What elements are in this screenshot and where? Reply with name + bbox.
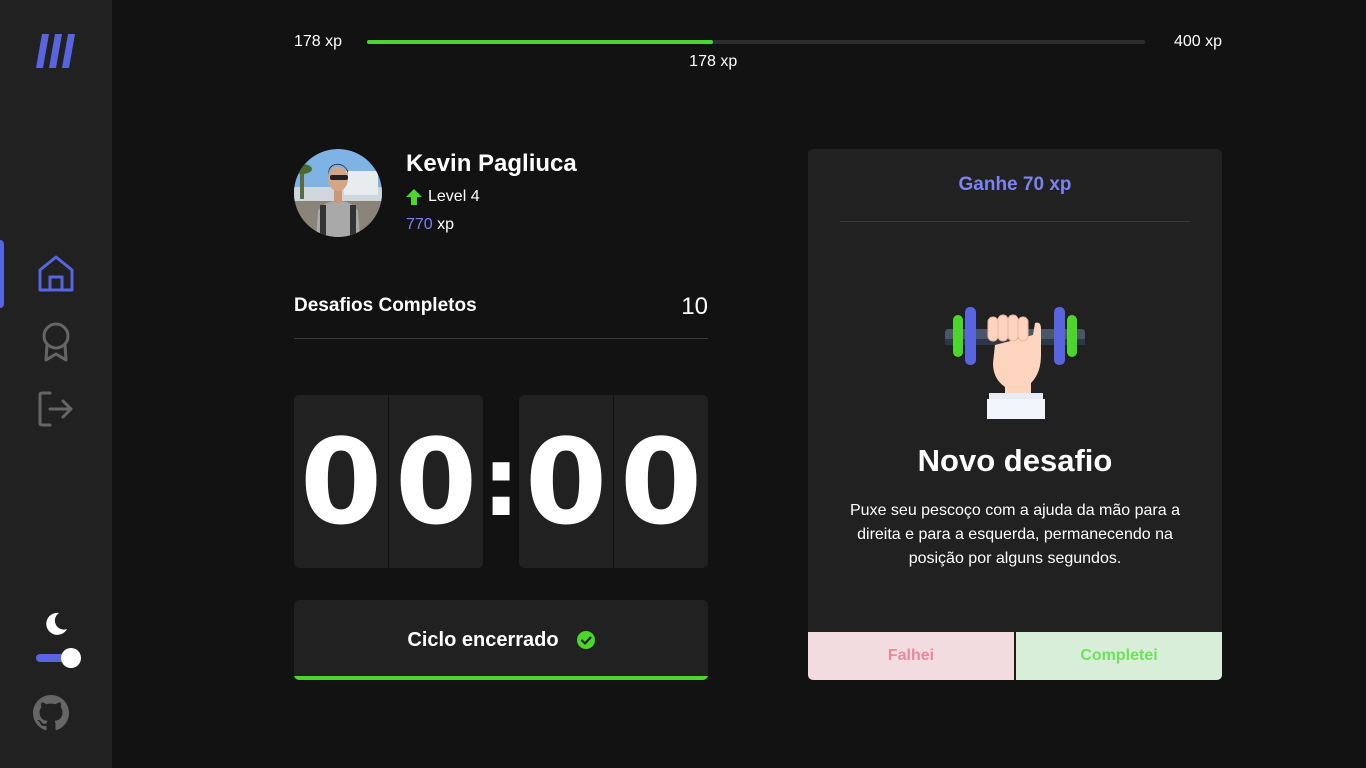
avatar: [294, 149, 382, 237]
toggle-knob[interactable]: [61, 648, 81, 668]
check-circle-icon: [576, 631, 595, 649]
home-icon: [38, 255, 74, 292]
challenge-title: Novo desafio: [917, 443, 1113, 478]
nav-leaderboard-button[interactable]: [36, 320, 76, 362]
nav-logout-button[interactable]: [36, 389, 76, 429]
dumbbell-icon: [945, 307, 1085, 419]
second-digit-right: 0: [613, 395, 708, 568]
xp-bar-min-label: 178 xp: [294, 33, 343, 50]
profile-xp-unit: xp: [437, 216, 455, 233]
sidebar: [0, 0, 112, 768]
moveit-logo-icon[interactable]: [36, 32, 76, 70]
challenge-reward: Ganhe 70 xp: [840, 149, 1190, 222]
second-digit-left: 0: [524, 412, 608, 551]
xp-bar-current-label: 178 xp: [689, 53, 738, 70]
moon-icon: [46, 612, 67, 635]
countdown-minutes: 0 0: [294, 395, 483, 568]
profile-xp: 770 xp: [406, 216, 454, 234]
complete-button[interactable]: Completei: [1016, 632, 1222, 680]
challenge-actions: Falhei Completei: [808, 632, 1222, 680]
nav-home-button[interactable]: [36, 254, 76, 294]
completed-challenges-count: 10: [681, 293, 708, 320]
profile-xp-value: 770: [406, 216, 433, 233]
logout-icon: [38, 391, 73, 427]
profile-level: Level 4: [406, 186, 480, 208]
xp-progress-fill: [367, 40, 714, 44]
countdown-seconds: 0 0: [519, 395, 708, 568]
level-up-arrow-icon: [406, 189, 422, 205]
cycle-progress-bar: [294, 676, 708, 680]
fail-button[interactable]: Falhei: [808, 632, 1014, 680]
theme-toggle[interactable]: [36, 648, 82, 668]
challenge-card: Ganhe 70 xp Novo desafio Puxe seu pescoç…: [808, 149, 1222, 680]
level-label: Level 4: [428, 188, 480, 205]
completed-challenges-label: Desafios Completos: [294, 295, 477, 316]
profile-name: Kevin Pagliuca: [406, 150, 577, 177]
countdown-separator: :: [481, 425, 521, 538]
minute-digit-right: 0: [388, 395, 483, 568]
active-nav-indicator: [0, 240, 4, 308]
xp-progress-bar: [367, 40, 1145, 44]
completed-challenges: Desafios Completos 10: [294, 290, 708, 339]
github-icon[interactable]: [33, 695, 69, 731]
cycle-label: Ciclo encerrado: [407, 628, 559, 651]
minute-digit-left: 0: [299, 412, 383, 551]
cycle-finished-button[interactable]: Ciclo encerrado: [294, 600, 708, 680]
xp-bar-max-label: 400 xp: [1173, 33, 1222, 50]
challenge-description: Puxe seu pescoço com a ajuda da mão para…: [850, 502, 1180, 567]
award-icon: [42, 322, 70, 362]
